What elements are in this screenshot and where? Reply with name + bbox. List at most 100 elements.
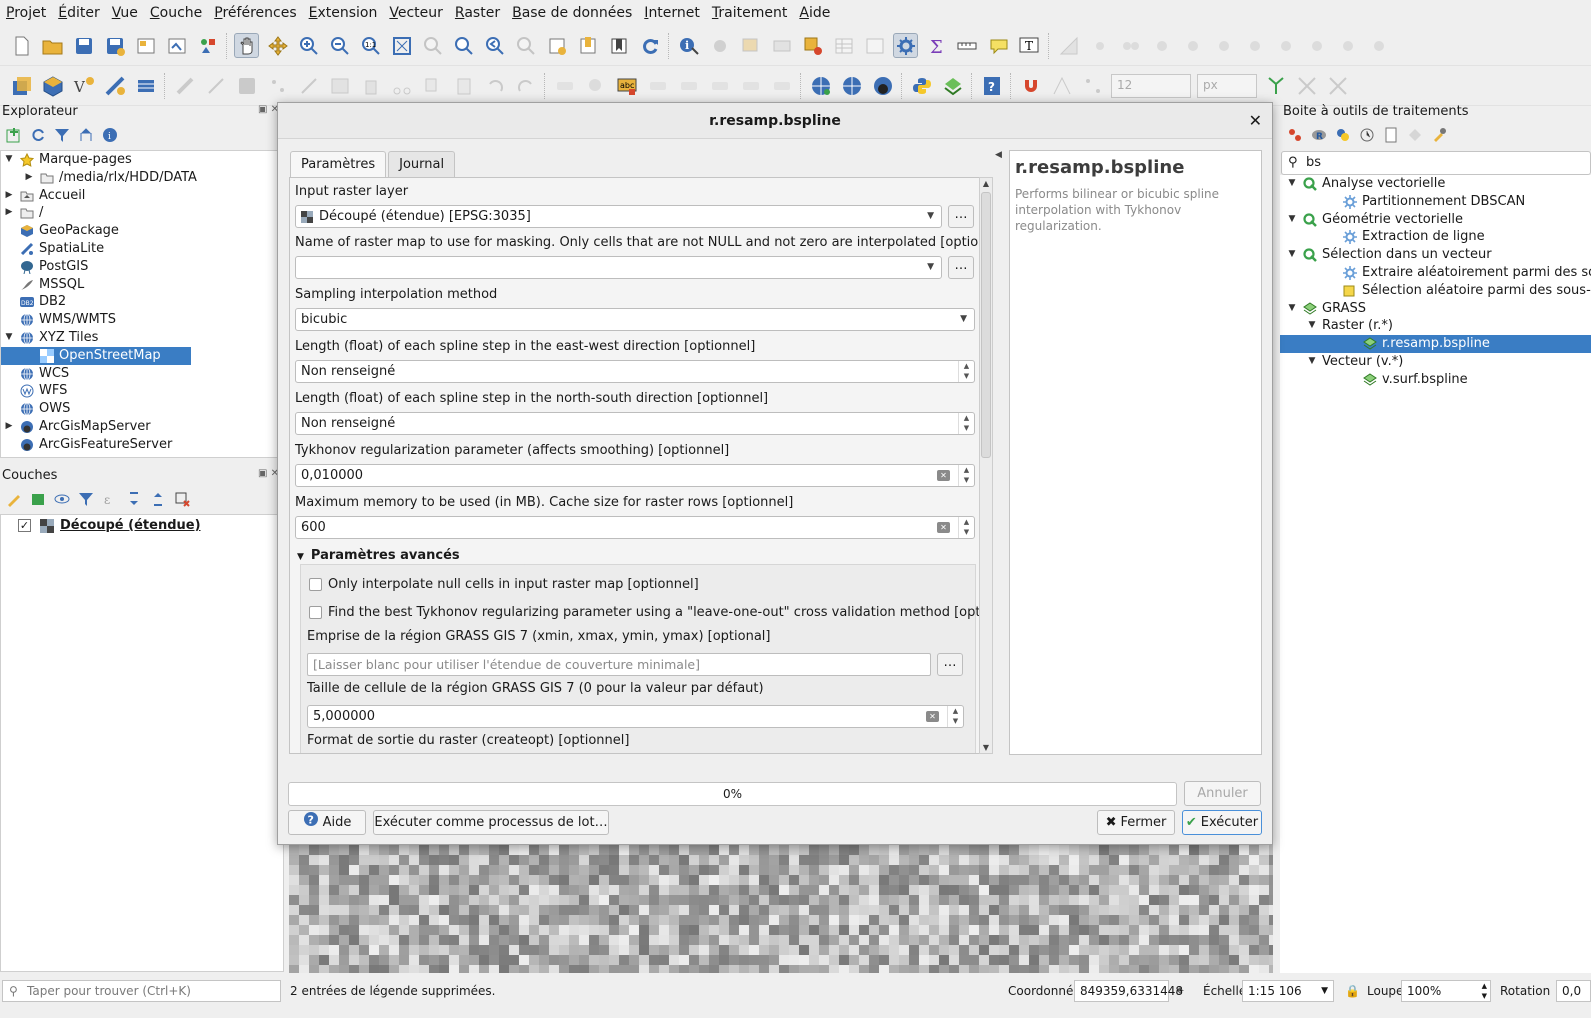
browser-item[interactable]: GeoPackage bbox=[1, 222, 283, 240]
menu-item[interactable]: Couche bbox=[144, 0, 208, 27]
data-source-manager-icon[interactable] bbox=[9, 73, 34, 98]
digitize-9-icon[interactable] bbox=[1304, 33, 1329, 58]
snap-mode-icon[interactable] bbox=[1080, 73, 1105, 98]
browser-item[interactable]: ▶ / bbox=[1, 204, 283, 222]
digitize-3-icon[interactable] bbox=[1118, 33, 1143, 58]
python-console-icon[interactable] bbox=[909, 73, 934, 98]
browser-tree[interactable]: ▼ Marque-pages ▶/media/rlx/HDD/DATA ▶ Accuei… bbox=[0, 150, 284, 458]
toolbox-item[interactable]: ▼ GRASS bbox=[1280, 300, 1591, 318]
method-select[interactable]: bicubic ▼ bbox=[295, 308, 975, 331]
spatial-bookmarks-icon[interactable] bbox=[606, 33, 631, 58]
menu-item[interactable]: Base de données bbox=[506, 0, 638, 27]
null-only-checkbox-row[interactable]: Only interpolate null cells in input ras… bbox=[309, 577, 699, 592]
browser-item[interactable]: WCS bbox=[1, 365, 283, 383]
scrollbar-thumb[interactable] bbox=[981, 192, 991, 458]
actions-icon[interactable] bbox=[707, 33, 732, 58]
collapsed-arrow-icon[interactable]: ▶ bbox=[3, 187, 15, 205]
label-tool-7-icon[interactable] bbox=[769, 73, 794, 98]
remove-layer-icon[interactable] bbox=[172, 489, 192, 509]
show-bookmarks-icon[interactable] bbox=[575, 33, 600, 58]
digitize-6-icon[interactable] bbox=[1211, 33, 1236, 58]
locator-search-input[interactable]: ⚲ Taper pour trouver (Ctrl+K) bbox=[2, 980, 281, 1002]
label-tool-2-icon[interactable] bbox=[583, 73, 608, 98]
menu-item[interactable]: Traitement bbox=[706, 0, 793, 27]
null-only-checkbox[interactable] bbox=[309, 578, 322, 591]
cut-icon[interactable] bbox=[389, 73, 414, 98]
new-print-layout-icon[interactable] bbox=[133, 33, 158, 58]
digitize-4-icon[interactable] bbox=[1149, 33, 1174, 58]
browser-item[interactable]: OWS bbox=[1, 400, 283, 418]
menu-item[interactable]: Vecteur bbox=[383, 0, 449, 27]
layers-tree[interactable]: ✓ Découpé (étendue) bbox=[0, 514, 284, 972]
edit-features-in-place-icon[interactable] bbox=[1405, 125, 1425, 145]
collapsed-arrow-icon[interactable]: ▶ bbox=[23, 169, 35, 187]
close-button[interactable]: ✖ Fermer bbox=[1097, 810, 1175, 835]
snap-intersection-icon[interactable] bbox=[1294, 73, 1319, 98]
toolbox-search-input[interactable]: ⚲ bs bbox=[1281, 151, 1591, 175]
toolbox-item[interactable]: ▼ Sélection dans un vecteur bbox=[1280, 246, 1591, 264]
history-icon[interactable] bbox=[1357, 125, 1377, 145]
toolbox-item[interactable]: r.resamp.bspline bbox=[1280, 335, 1591, 353]
identify-icon[interactable]: i bbox=[676, 33, 701, 58]
add-group-icon[interactable] bbox=[28, 489, 48, 509]
label-tool-1-icon[interactable] bbox=[552, 73, 577, 98]
menu-item[interactable]: Raster bbox=[449, 0, 506, 27]
snap-type-icon[interactable] bbox=[1049, 73, 1074, 98]
zoom-out-icon[interactable] bbox=[327, 33, 352, 58]
browser-item[interactable]: DB2 DB2 bbox=[1, 293, 283, 311]
expand-all-icon[interactable] bbox=[124, 489, 144, 509]
pan-to-selection-icon[interactable] bbox=[265, 33, 290, 58]
toolbox-item[interactable]: ▼ Vecteur (v.*) bbox=[1280, 353, 1591, 371]
tab-parameters[interactable]: Paramètres bbox=[290, 151, 387, 177]
label-tool-6-icon[interactable] bbox=[738, 73, 763, 98]
clear-icon[interactable]: ✕ bbox=[937, 470, 950, 481]
expanded-arrow-icon[interactable]: ▼ bbox=[1306, 317, 1318, 335]
filter-icon[interactable] bbox=[52, 125, 72, 145]
add-arcgis-icon[interactable] bbox=[870, 73, 895, 98]
menu-item[interactable]: Projet bbox=[0, 0, 52, 27]
toolbox-item[interactable]: Extraire aléatoirement parmi des sous- bbox=[1280, 264, 1591, 282]
style-manager-icon[interactable] bbox=[195, 33, 220, 58]
browser-item[interactable]: SpatiaLite bbox=[1, 240, 283, 258]
map-canvas[interactable] bbox=[289, 845, 1273, 973]
zoom-to-selection-icon[interactable] bbox=[420, 33, 445, 58]
menu-item[interactable]: Aide bbox=[793, 0, 836, 27]
deselect-all-icon[interactable] bbox=[800, 33, 825, 58]
coordinate-input[interactable]: 849359,6331448 bbox=[1074, 980, 1183, 1002]
clear-icon[interactable]: ✕ bbox=[937, 522, 950, 533]
menu-item[interactable]: Vue bbox=[106, 0, 144, 27]
advanced-parameters-toggle[interactable]: ▼ Paramètres avancés bbox=[297, 548, 460, 563]
new-shapefile-icon[interactable]: V bbox=[71, 73, 96, 98]
statistics-icon[interactable]: Σ bbox=[924, 33, 949, 58]
info-icon[interactable]: i bbox=[100, 125, 120, 145]
vertex-tool-icon[interactable] bbox=[296, 73, 321, 98]
clear-icon[interactable]: ✕ bbox=[926, 711, 939, 722]
collapsed-arrow-icon[interactable]: ▶ bbox=[3, 204, 15, 222]
manage-visibility-icon[interactable] bbox=[52, 489, 72, 509]
browser-item[interactable]: ▼ Marque-pages bbox=[1, 151, 283, 169]
zoom-in-icon[interactable] bbox=[296, 33, 321, 58]
redo-icon[interactable] bbox=[513, 73, 538, 98]
browser-item[interactable]: ▶ /media/rlx/HDD/DATA bbox=[1, 169, 283, 187]
digitize-5-icon[interactable] bbox=[1180, 33, 1205, 58]
expanded-arrow-icon[interactable]: ▼ bbox=[1306, 353, 1318, 371]
spin-arrows-icon[interactable]: ▲ ▼ bbox=[958, 413, 974, 434]
refresh-icon[interactable] bbox=[637, 33, 662, 58]
coordinate-toggle-icon[interactable]: ⌖ bbox=[1176, 976, 1184, 1006]
new-geopackage-icon[interactable] bbox=[40, 73, 65, 98]
save-project-icon[interactable] bbox=[71, 33, 96, 58]
collapse-all-icon[interactable] bbox=[76, 125, 96, 145]
close-icon[interactable]: ✕ bbox=[1249, 103, 1262, 139]
add-feature-icon[interactable] bbox=[265, 73, 290, 98]
digitize-11-icon[interactable] bbox=[1366, 33, 1391, 58]
processing-toolbox-icon[interactable] bbox=[893, 33, 918, 58]
grass-tools-icon[interactable] bbox=[940, 73, 965, 98]
cv-checkbox-row[interactable]: Find the best Tykhonov regularizing para… bbox=[309, 605, 992, 620]
batch-process-button[interactable]: Exécuter comme processus de lot… bbox=[373, 810, 609, 835]
new-project-icon[interactable] bbox=[9, 33, 34, 58]
expanded-arrow-icon[interactable]: ▼ bbox=[1286, 211, 1298, 229]
digitize-1-icon[interactable] bbox=[1056, 33, 1081, 58]
scale-combo[interactable]: 1:15 106 ▼ bbox=[1242, 980, 1334, 1002]
pan-icon[interactable] bbox=[234, 33, 259, 58]
digitize-2-icon[interactable] bbox=[1087, 33, 1112, 58]
